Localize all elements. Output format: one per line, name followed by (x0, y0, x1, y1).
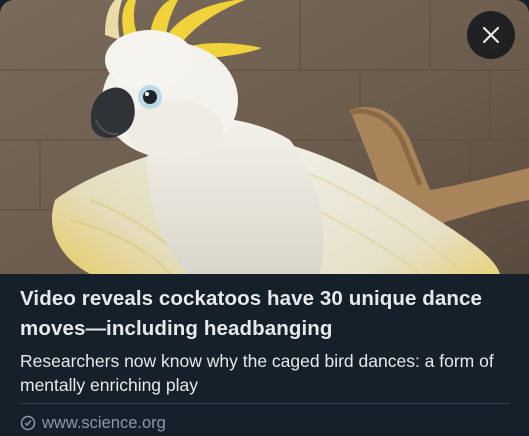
cockatoo-photo[interactable] (0, 0, 529, 274)
link-icon (20, 415, 36, 431)
card-text: Video reveals cockatoos have 30 unique d… (20, 284, 515, 397)
headline[interactable]: Video reveals cockatoos have 30 unique d… (20, 284, 515, 344)
close-icon (482, 26, 500, 44)
source-link[interactable]: www.science.org (20, 412, 166, 434)
divider (20, 403, 510, 404)
link-preview-card[interactable]: Video reveals cockatoos have 30 unique d… (0, 0, 529, 436)
source-domain: www.science.org (42, 413, 166, 432)
close-button[interactable] (467, 11, 515, 59)
description: Researchers now know why the caged bird … (20, 351, 494, 395)
